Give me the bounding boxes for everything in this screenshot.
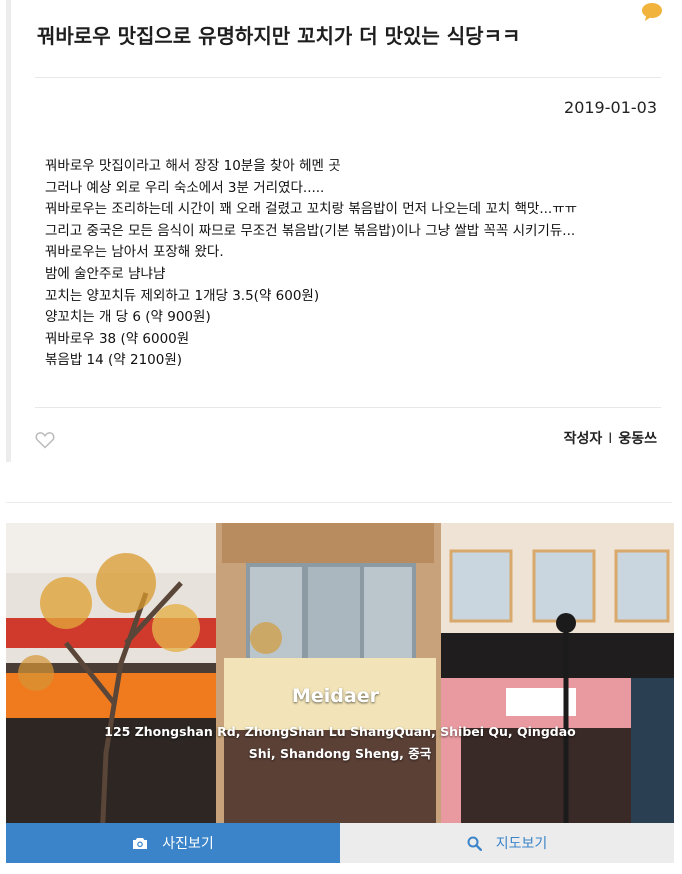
body-divider — [35, 407, 661, 408]
post-author: 작성자 I 웅동쓰 — [564, 428, 657, 448]
view-map-label: 지도보기 — [495, 836, 548, 852]
place-actions: 사진보기 지도보기 — [6, 823, 674, 863]
address-line: Shi, Shandong Sheng, 중국 — [248, 746, 432, 761]
post-date: 2019-01-03 — [564, 98, 657, 117]
post-body: 꿔바로우 맛집이라고 해서 장장 10분을 찾아 헤멘 곳 그러나 예상 외로 … — [45, 156, 645, 372]
body-line: 꿔바로우 맛집이라고 해서 장장 10분을 찾아 헤멘 곳 — [45, 158, 341, 174]
store-sign: Meidaer — [292, 685, 379, 707]
title-divider — [35, 77, 661, 78]
body-line: 그리고 중국은 모든 음식이 짜므로 무조건 볶음밥(기본 볶음밥)이나 그냥 … — [45, 222, 576, 239]
author-separator: I — [608, 431, 613, 447]
body-line: 꿔바로우 38 (약 6000원 — [45, 330, 190, 347]
post-card: 꿔바로우 맛집으로 유명하지만 꼬치가 더 맛있는 식당ㅋㅋ 2019-01-0… — [6, 0, 675, 462]
body-line: 양꼬치는 개 당 6 (약 900원) — [45, 309, 211, 326]
heart-icon[interactable] — [35, 431, 55, 449]
address-line: 125 Zhongshan Rd, ZhongShan Lu ShangQuan… — [104, 724, 576, 739]
author-label: 작성자 — [563, 431, 603, 447]
view-map-button[interactable]: 지도보기 — [340, 823, 674, 863]
body-line: 꼬치는 양꼬치듀 제외하고 1개당 3.5(약 600원) — [45, 287, 320, 304]
body-line: 밤에 술안주로 냠냐냠 — [45, 265, 166, 282]
body-line: 꿔바로우는 조리하는데 시간이 꽤 오래 걸렸고 꼬치랑 볶음밥이 먼저 나오는… — [45, 201, 578, 218]
body-line: 꿔바로우는 남아서 포장해 왔다. — [45, 244, 224, 261]
view-photos-button[interactable]: 사진보기 — [6, 823, 340, 863]
place-address: 125 Zhongshan Rd, ZhongShan Lu ShangQuan… — [6, 721, 674, 765]
comment-icon[interactable] — [641, 2, 663, 22]
camera-icon — [133, 837, 148, 849]
author-name[interactable]: 웅동쓰 — [618, 431, 657, 447]
post-title: 꿔바로우 맛집으로 유명하지만 꼬치가 더 맛있는 식당ㅋㅋ — [37, 24, 521, 48]
place-photo[interactable]: Meidaer 125 Zhongshan Rd, ZhongShan Lu S… — [6, 523, 674, 863]
body-line: 볶음밥 14 (약 2100원) — [45, 352, 183, 369]
search-icon — [467, 836, 482, 851]
body-line: 그러나 예상 외로 우리 숙소에서 3분 거리였다..... — [45, 179, 325, 196]
view-photos-label: 사진보기 — [162, 836, 214, 852]
section-divider — [6, 502, 672, 503]
